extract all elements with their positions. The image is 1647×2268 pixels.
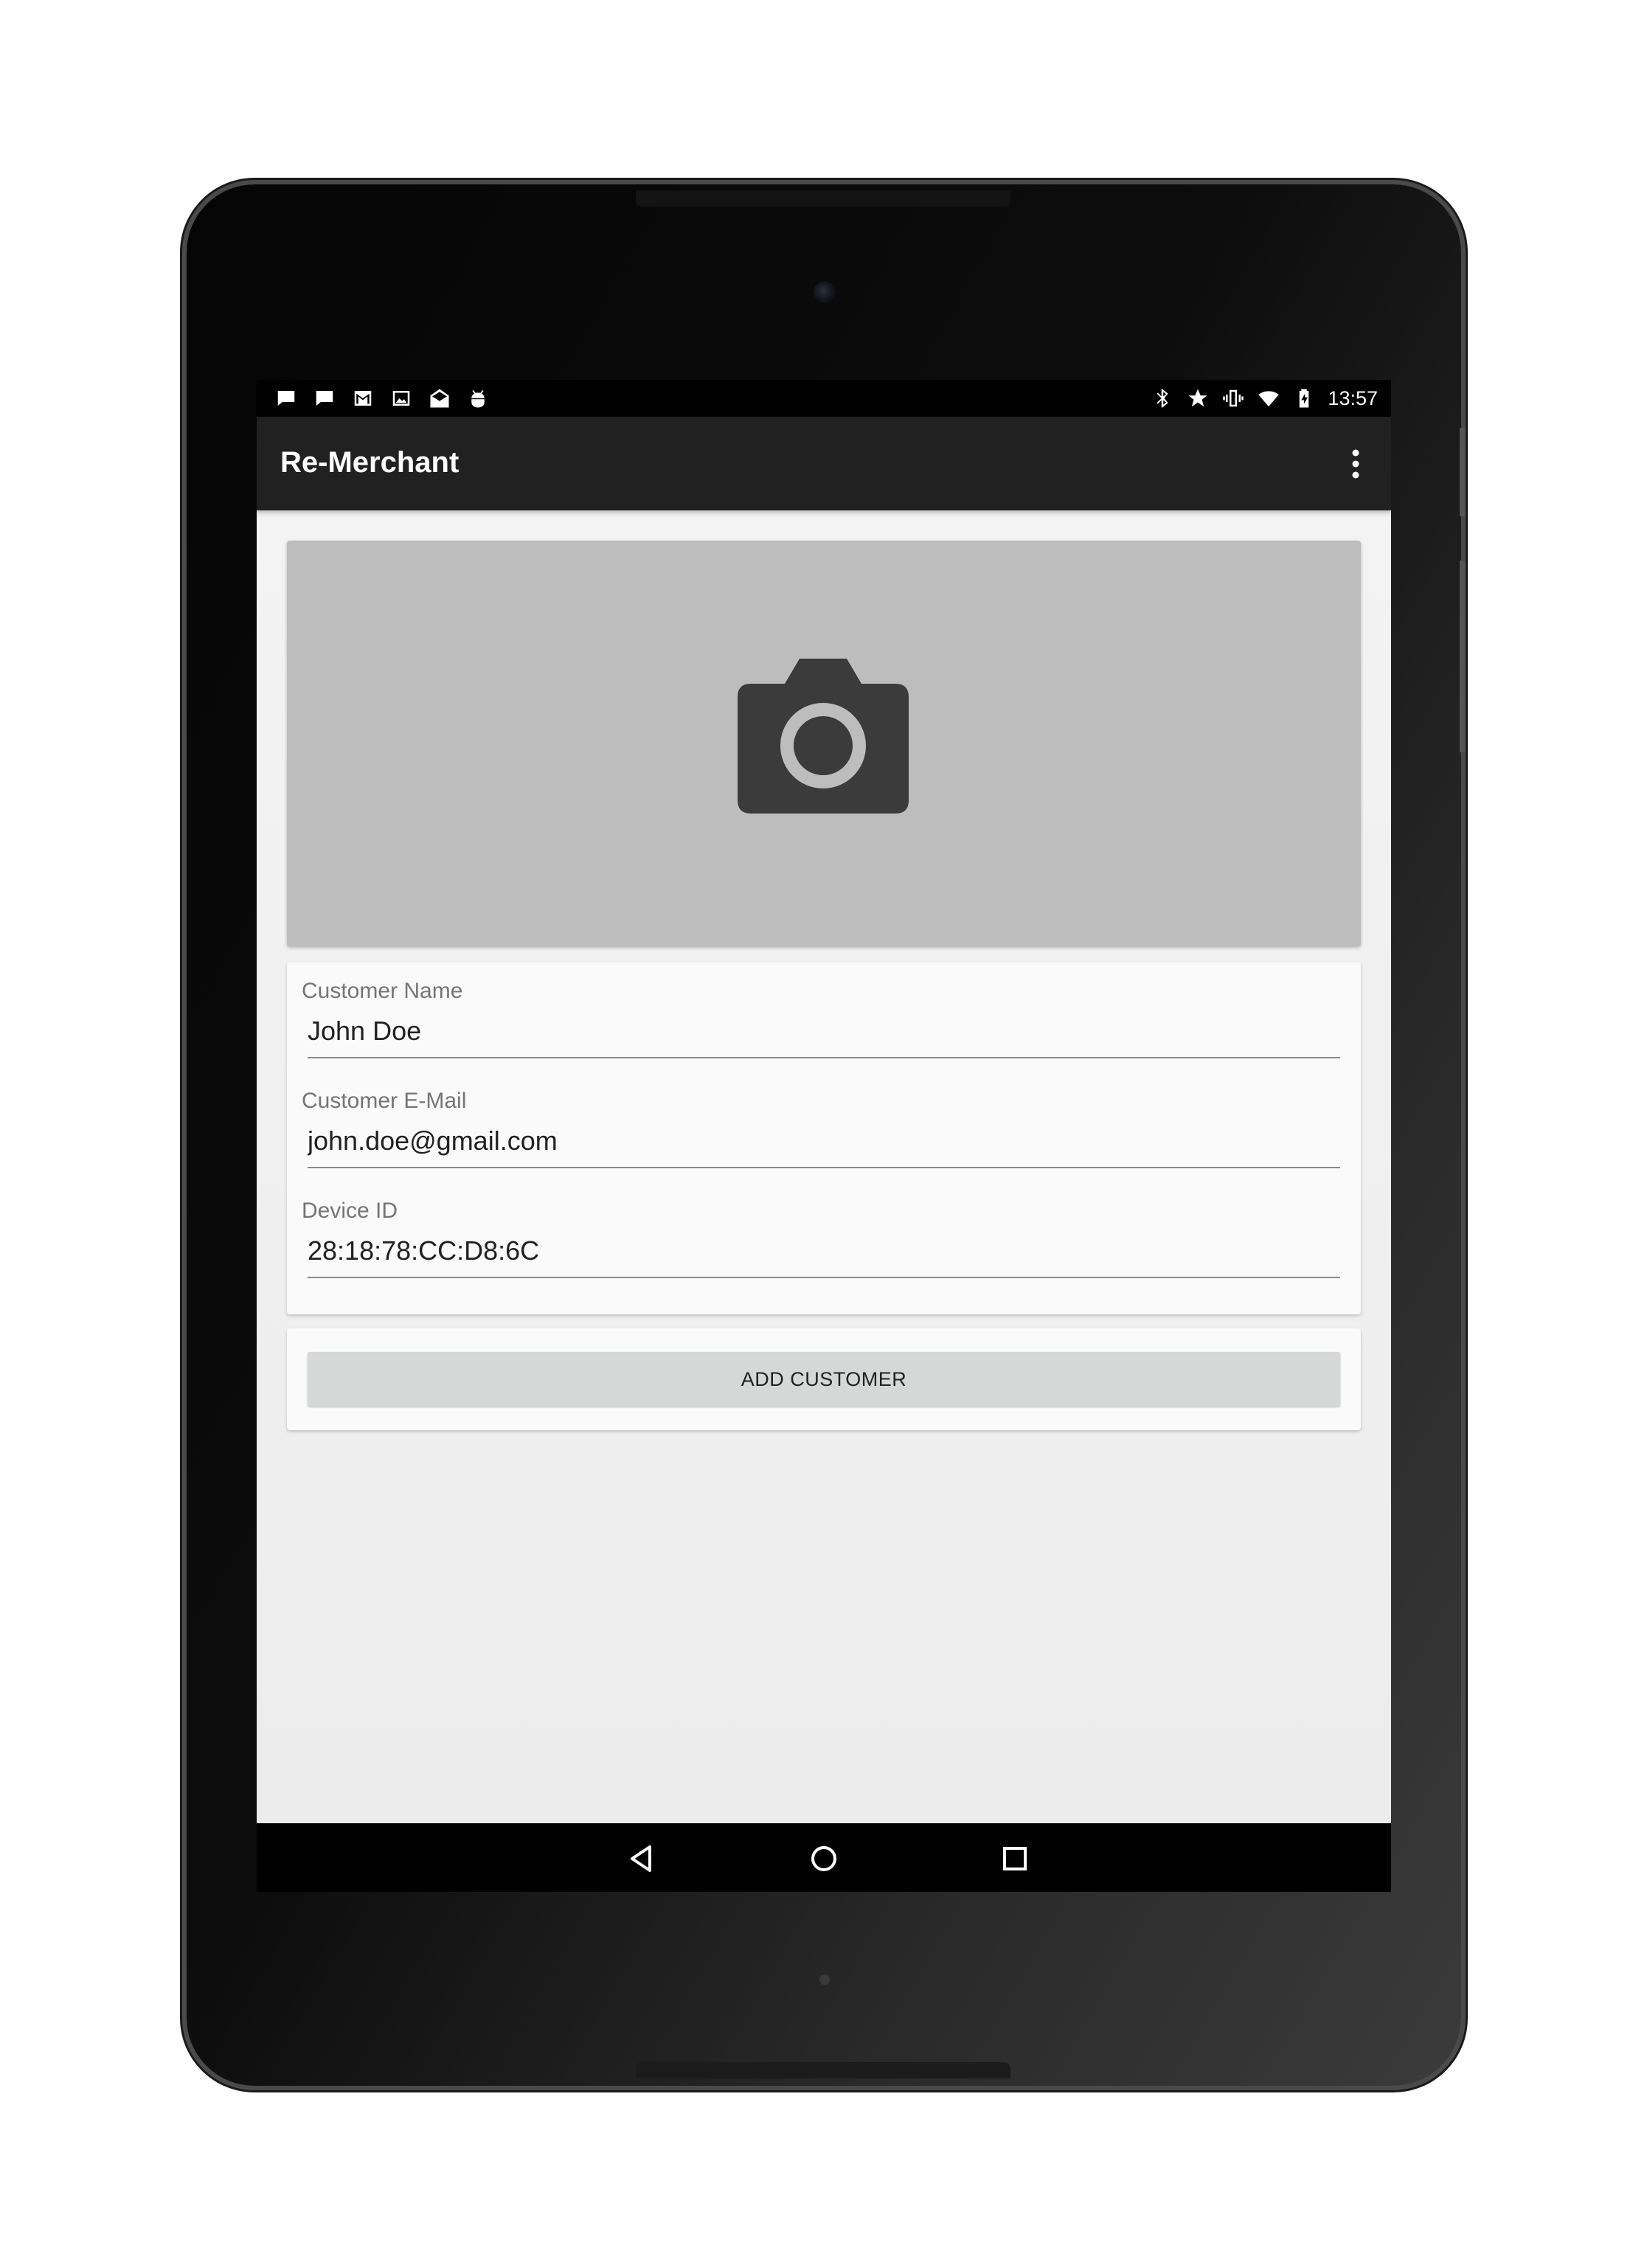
image-icon (389, 386, 413, 410)
top-speaker-grille (636, 190, 1010, 207)
recents-icon (1003, 1847, 1027, 1870)
customer-form: Customer Name Customer E-Mail Device ID (287, 963, 1361, 1314)
star-icon (1186, 386, 1210, 410)
customer-name-input[interactable] (308, 1016, 1333, 1047)
back-button[interactable] (621, 1838, 662, 1879)
status-time: 13:57 (1328, 386, 1378, 409)
bluetooth-icon (1151, 386, 1174, 410)
system-icons: 13:57 (1151, 386, 1378, 411)
wifi-icon (1257, 386, 1280, 410)
email-icon (428, 386, 451, 410)
customer-email-input[interactable] (308, 1126, 1333, 1156)
customer-email-underline (308, 1167, 1340, 1168)
customer-photo-picker[interactable] (287, 541, 1361, 946)
message-icon (274, 386, 298, 410)
notification-icons (274, 386, 490, 411)
camera-icon (738, 659, 909, 814)
recents-button[interactable] (994, 1838, 1036, 1879)
front-camera-lens (814, 281, 836, 303)
app-title: Re-Merchant (280, 446, 460, 479)
message-icon (313, 386, 336, 410)
add-customer-button[interactable]: ADD CUSTOMER (308, 1352, 1340, 1407)
android-debug-icon (466, 386, 490, 410)
status-bar: 13:57 (257, 380, 1391, 417)
bottom-speaker-grille (636, 2062, 1010, 2078)
customer-name-label: Customer Name (302, 979, 463, 1003)
home-icon (811, 1846, 836, 1871)
more-vert-icon (1352, 449, 1359, 479)
device-id-label: Device ID (302, 1199, 398, 1223)
navigation-bar (257, 1823, 1391, 1892)
customer-name-field: Customer Name (302, 979, 1340, 1082)
device-id-input[interactable] (308, 1235, 1333, 1266)
battery-charging-icon (1292, 386, 1316, 410)
screen: 13:57 Re-Merchant Customer Name John Doe… (257, 380, 1391, 1892)
actions-card: ADD CUSTOMER (287, 1328, 1361, 1430)
gmail-icon (351, 386, 375, 410)
home-button[interactable] (803, 1838, 845, 1879)
customer-email-label: Customer E-Mail (302, 1089, 467, 1113)
back-icon (631, 1845, 651, 1872)
device-id-underline (308, 1277, 1340, 1278)
overflow-menu-button[interactable] (1338, 443, 1373, 485)
customer-email-field: Customer E-Mail (302, 1089, 1340, 1192)
content-area: Customer Name Customer E-Mail Device ID … (257, 510, 1391, 1823)
vibrate-icon (1221, 386, 1245, 410)
customer-name-underline (308, 1057, 1340, 1058)
sensor-dot (819, 1974, 830, 1985)
volume-button (1460, 561, 1466, 752)
power-button (1460, 428, 1466, 516)
device-id-field: Device ID (302, 1199, 1340, 1302)
app-bar: Re-Merchant (257, 417, 1391, 510)
